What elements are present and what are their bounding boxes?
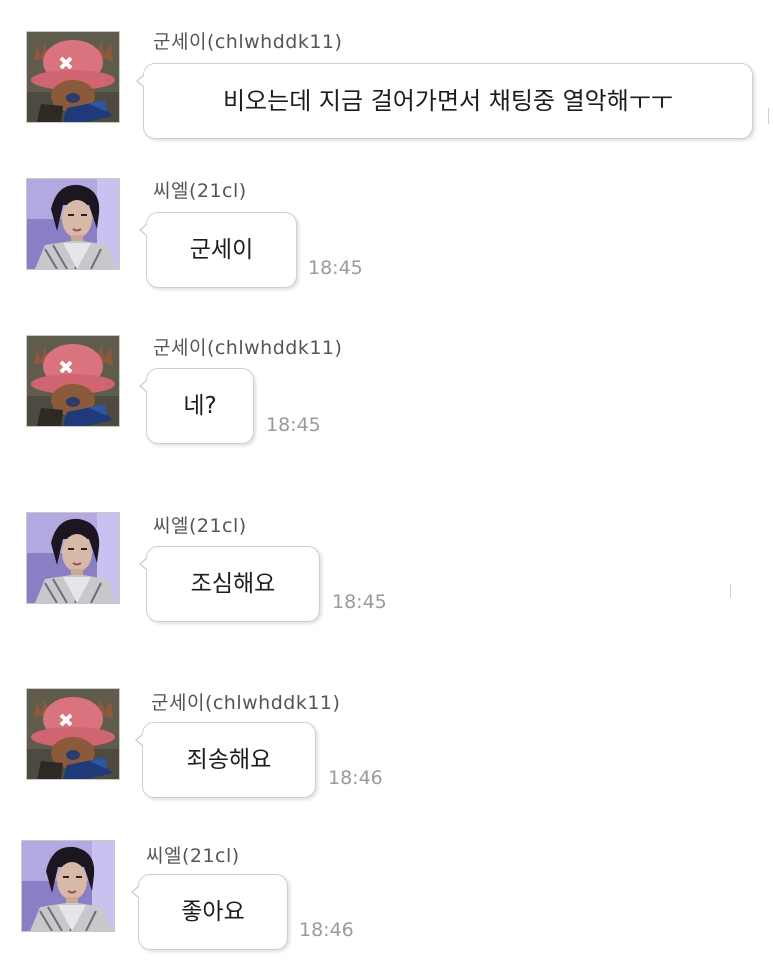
sender-name: 군세이(chlwhddk11)	[153, 31, 343, 53]
message-bubble: 비오는데 지금 걸어가면서 채팅중 열악해ㅜㅜ	[136, 63, 753, 139]
message-time: 18:46	[299, 919, 354, 941]
message-bubble: 좋아요	[131, 874, 288, 950]
scroll-indicator[interactable]	[730, 584, 731, 598]
message-time: 18:45	[332, 591, 387, 613]
message-bubble: 군세이	[139, 212, 297, 288]
sender-name: 씨엘(21cl)	[146, 845, 240, 867]
message-bubble: 네?	[139, 368, 254, 444]
message-time: 18:45	[266, 414, 321, 436]
sender-name: 군세이(chlwhddk11)	[151, 692, 341, 714]
message-time: 18:46	[328, 767, 383, 789]
singer-avatar-icon[interactable]	[21, 840, 115, 932]
sender-name: 씨엘(21cl)	[153, 515, 247, 537]
chopper-avatar-icon[interactable]	[26, 335, 120, 427]
message-time: 18:45	[308, 257, 363, 279]
message-bubble: 죄송해요	[135, 722, 316, 798]
chopper-avatar-icon[interactable]	[26, 688, 120, 780]
sender-name: 군세이(chlwhddk11)	[153, 337, 343, 359]
scroll-indicator[interactable]	[768, 108, 769, 124]
singer-avatar-icon[interactable]	[26, 178, 120, 270]
sender-name: 씨엘(21cl)	[153, 180, 247, 202]
message-bubble: 조심해요	[139, 546, 320, 622]
chopper-avatar-icon[interactable]	[26, 31, 120, 123]
singer-avatar-icon[interactable]	[26, 512, 120, 604]
